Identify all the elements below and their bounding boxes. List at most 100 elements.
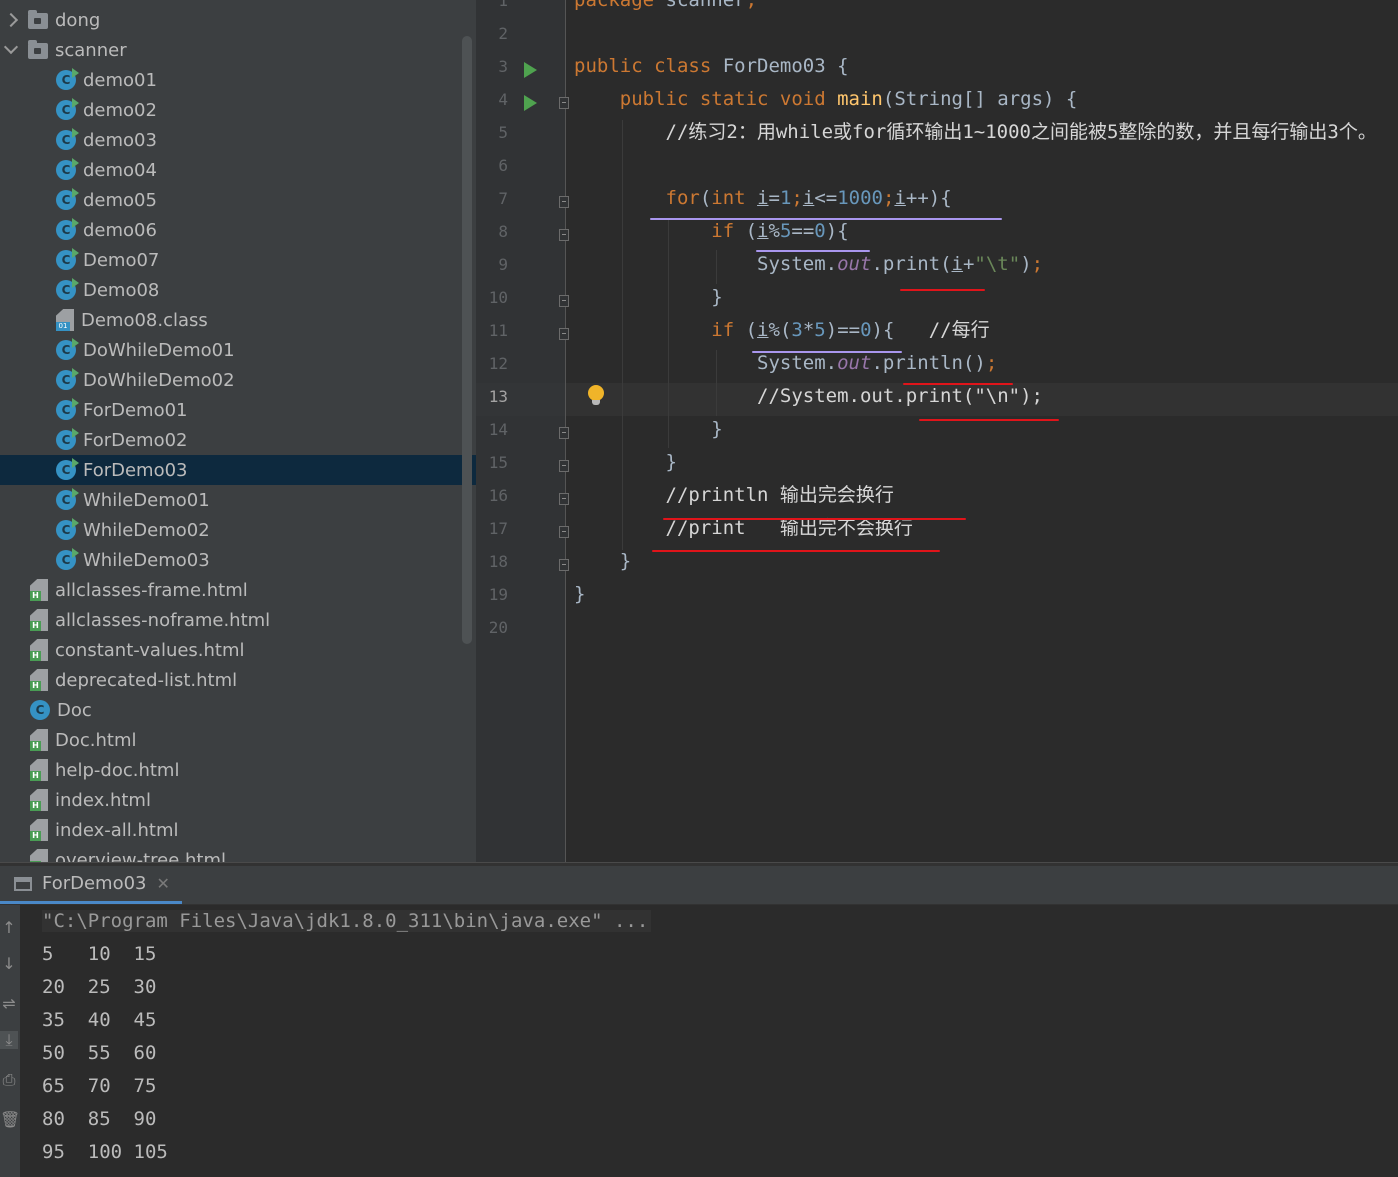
close-icon[interactable]: ✕ bbox=[157, 874, 170, 893]
tree-item[interactable]: allclasses-frame.html bbox=[0, 575, 476, 605]
code-line[interactable]: if (i%(3*5)==0){ //每行 bbox=[574, 314, 989, 347]
annotation-underline bbox=[919, 419, 1059, 421]
code-line[interactable]: public class ForDemo03 { bbox=[574, 50, 849, 83]
tree-item[interactable]: demo03 bbox=[0, 125, 476, 155]
scroll-to-end-icon[interactable]: ⤓ bbox=[0, 1031, 18, 1049]
chevron-right-icon[interactable] bbox=[4, 13, 18, 27]
console-output[interactable] bbox=[20, 905, 1398, 1177]
line-number: 14 bbox=[488, 420, 508, 439]
tree-item[interactable]: ForDemo02 bbox=[0, 425, 476, 455]
html-file-icon bbox=[30, 609, 48, 631]
intention-bulb-icon[interactable] bbox=[588, 385, 604, 405]
tree-item-label: Demo07 bbox=[83, 249, 160, 271]
fold-icon[interactable] bbox=[559, 295, 569, 307]
tree-item-label: ForDemo02 bbox=[83, 429, 188, 451]
annotation-underline bbox=[752, 351, 902, 353]
tree-item[interactable]: WhileDemo03 bbox=[0, 545, 476, 575]
code-token: .print( bbox=[871, 253, 952, 275]
tree-item[interactable]: dong bbox=[0, 5, 476, 35]
project-tree: dong scanner demo01 demo02 demo03 demo04 demo0… bbox=[0, 0, 476, 862]
tree-item[interactable]: ForDemo01 bbox=[0, 395, 476, 425]
html-file-icon bbox=[30, 639, 48, 661]
code-token: + bbox=[962, 253, 975, 275]
tree-item[interactable]: allclasses-noframe.html bbox=[0, 605, 476, 635]
tree-scrollbar[interactable] bbox=[462, 36, 472, 644]
code-token: = bbox=[768, 187, 780, 209]
html-file-icon bbox=[30, 789, 48, 811]
trash-icon[interactable]: 🗑 bbox=[0, 1111, 20, 1129]
code-line[interactable]: package scanner; bbox=[574, 0, 757, 17]
fold-icon[interactable] bbox=[559, 196, 569, 208]
tree-item[interactable]: demo05 bbox=[0, 185, 476, 215]
tree-item[interactable]: demo02 bbox=[0, 95, 476, 125]
code-line[interactable]: System.out.print(i+"\t"); bbox=[574, 248, 1043, 281]
fold-icon[interactable] bbox=[559, 559, 569, 571]
tree-item[interactable]: demo04 bbox=[0, 155, 476, 185]
indent-guide bbox=[716, 350, 717, 416]
code-token: == bbox=[791, 220, 815, 242]
tree-item[interactable]: help-doc.html bbox=[0, 755, 476, 785]
tree-item[interactable]: overview-tree.html bbox=[0, 845, 476, 862]
code-token: 5 bbox=[779, 220, 792, 242]
code-token: } bbox=[574, 451, 677, 473]
code-token: ; bbox=[745, 0, 758, 11]
fold-icon[interactable] bbox=[559, 427, 569, 439]
line-number: 16 bbox=[488, 486, 508, 505]
tree-item[interactable]: demo06 bbox=[0, 215, 476, 245]
code-line[interactable]: //练习2：用while或for循环输出1~1000之间能被5整除的数，并且每行… bbox=[574, 116, 1377, 149]
fold-icon[interactable] bbox=[559, 97, 569, 109]
tree-item-label: demo02 bbox=[83, 99, 157, 121]
run-tab-fordemo03[interactable]: ForDemo03 ✕ bbox=[0, 866, 182, 904]
code-token: 5 bbox=[814, 319, 826, 341]
annotation-underline bbox=[650, 218, 1002, 220]
code-token: main bbox=[837, 88, 883, 110]
tree-item[interactable]: constant-values.html bbox=[0, 635, 476, 665]
line-number: 9 bbox=[498, 255, 508, 274]
code-line[interactable]: public static void main(String[] args) { bbox=[574, 83, 1078, 116]
code-token: } bbox=[574, 418, 723, 440]
tree-item[interactable]: Demo08 bbox=[0, 275, 476, 305]
code-line[interactable]: //print 输出完不会换行 bbox=[574, 512, 913, 545]
soft-wrap-icon[interactable]: ⇌ bbox=[0, 995, 18, 1013]
code-line[interactable]: } bbox=[574, 578, 585, 611]
print-icon[interactable]: ⎙ bbox=[0, 1071, 18, 1089]
fold-icon[interactable] bbox=[559, 328, 569, 340]
code-line[interactable]: } bbox=[574, 281, 722, 314]
fold-icon[interactable] bbox=[559, 493, 569, 505]
annotation-underline bbox=[756, 250, 870, 252]
tree-item[interactable]: deprecated-list.html bbox=[0, 665, 476, 695]
tree-item[interactable]: DoWhileDemo01 bbox=[0, 335, 476, 365]
fold-icon[interactable] bbox=[559, 229, 569, 241]
scroll-up-icon[interactable]: ↑ bbox=[0, 919, 18, 937]
code-line[interactable]: } bbox=[574, 446, 677, 479]
tree-item[interactable]: DoWhileDemo02 bbox=[0, 365, 476, 395]
tree-item[interactable]: Doc bbox=[0, 695, 476, 725]
fold-icon[interactable] bbox=[559, 526, 569, 538]
chevron-down-icon[interactable] bbox=[4, 43, 18, 57]
fold-icon[interactable] bbox=[559, 460, 569, 472]
code-token: 0 bbox=[860, 319, 872, 341]
line-number: 2 bbox=[498, 24, 508, 43]
run-main-icon[interactable] bbox=[524, 95, 537, 111]
tree-item[interactable]: index.html bbox=[0, 785, 476, 815]
code-line[interactable]: for(int i=1;i<=1000;i++){ bbox=[574, 182, 952, 215]
tree-item-label: demo05 bbox=[83, 189, 157, 211]
code-line[interactable]: } bbox=[574, 413, 723, 446]
run-class-icon[interactable] bbox=[524, 62, 537, 78]
tree-item-label: scanner bbox=[55, 39, 127, 61]
scroll-down-icon[interactable]: ↓ bbox=[0, 955, 18, 973]
tree-item[interactable]: ForDemo03 bbox=[0, 455, 476, 485]
tree-item[interactable]: index-all.html bbox=[0, 815, 476, 845]
tree-item[interactable]: scanner bbox=[0, 35, 476, 65]
tree-item[interactable]: WhileDemo01 bbox=[0, 485, 476, 515]
code-token: (String[] args) { bbox=[882, 88, 1078, 110]
code-token: i bbox=[894, 187, 906, 209]
tree-item[interactable]: WhileDemo02 bbox=[0, 515, 476, 545]
tree-item[interactable]: Doc.html bbox=[0, 725, 476, 755]
tree-item[interactable]: demo01 bbox=[0, 65, 476, 95]
tree-item-label: allclasses-frame.html bbox=[55, 579, 248, 601]
tree-item[interactable]: Demo08.class bbox=[0, 305, 476, 335]
annotation-underline bbox=[663, 518, 966, 520]
tree-item[interactable]: Demo07 bbox=[0, 245, 476, 275]
line-number: 17 bbox=[488, 519, 508, 538]
